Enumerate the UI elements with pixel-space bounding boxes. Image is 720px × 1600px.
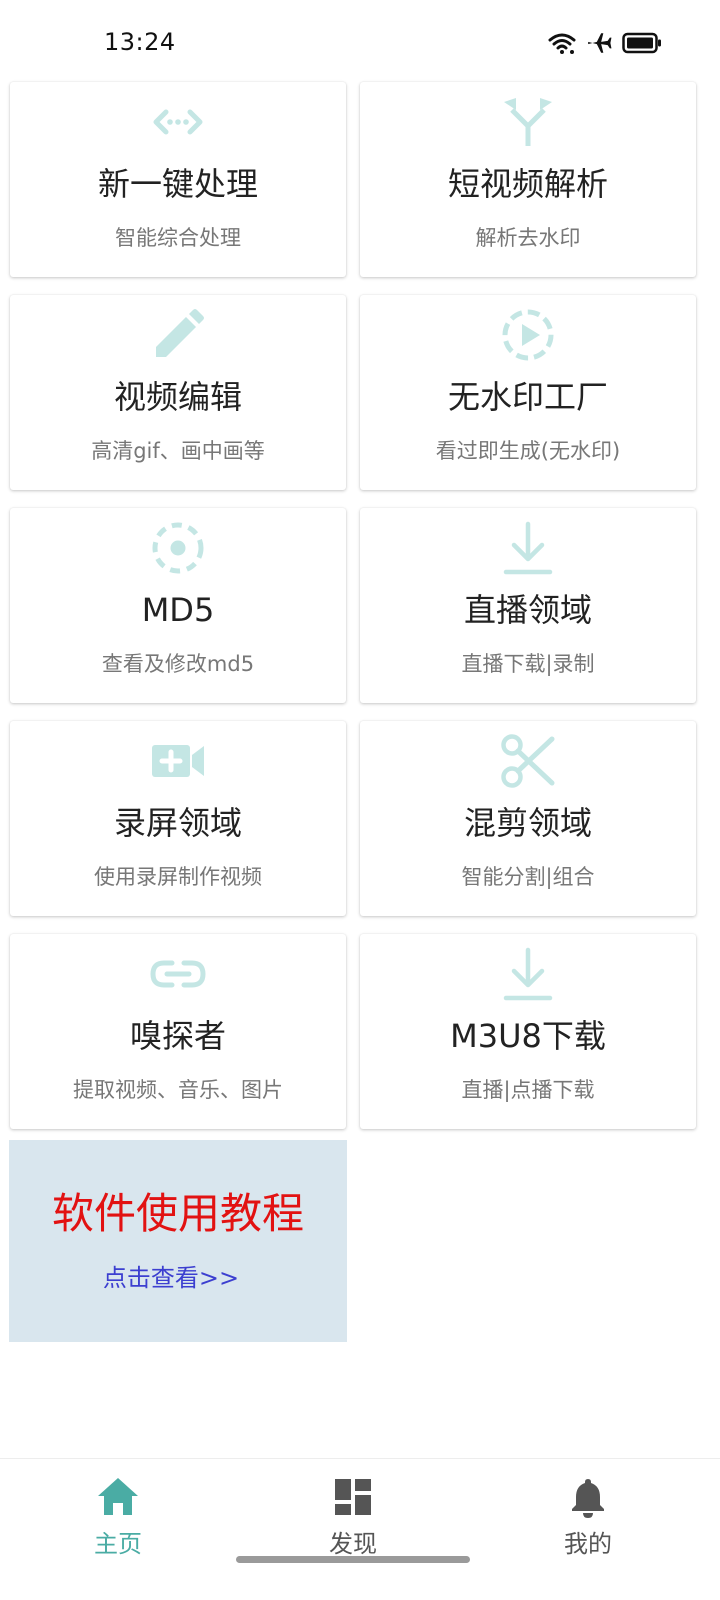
card-md5[interactable]: MD5 查看及修改md5 [10,508,346,703]
card-title: 视频编辑 [113,378,242,416]
card-subtitle: 智能综合处理 [115,226,241,250]
status-time: 13:24 [104,28,176,56]
battery-icon [622,32,662,54]
nav-label-discover: 发现 [329,1530,377,1558]
download-icon [500,946,556,1002]
nav-label-mine: 我的 [564,1530,612,1558]
card-sniffer[interactable]: 嗅探者 提取视频、音乐、图片 [10,934,346,1129]
card-m3u8-download[interactable]: M3U8下载 直播|点播下载 [360,934,696,1129]
card-title: M3U8下载 [450,1017,606,1055]
wifi-icon [548,31,576,55]
card-subtitle: 高清gif、画中画等 [91,439,265,463]
card-mix-cut[interactable]: 混剪领域 智能分割|组合 [360,721,696,916]
card-title: MD5 [141,591,215,629]
card-screen-record[interactable]: 录屏领域 使用录屏制作视频 [10,721,346,916]
card-subtitle: 智能分割|组合 [461,865,595,889]
scissors-icon [500,733,556,789]
card-title: 新一键处理 [97,165,258,203]
tutorial-banner[interactable]: 软件使用教程 点击查看>> [9,1140,347,1342]
video-add-icon [150,733,206,789]
bell-icon [566,1475,610,1519]
home-icon [96,1475,140,1519]
nav-item-home[interactable]: 主页 [48,1475,188,1575]
home-indicator[interactable] [236,1556,470,1563]
card-subtitle: 查看及修改md5 [101,652,255,676]
status-icons [548,30,662,56]
card-subtitle: 解析去水印 [475,226,581,250]
merge-arrows-icon [500,94,556,150]
download-icon [500,520,556,576]
card-subtitle: 直播下载|录制 [461,652,595,676]
card-new-one-click[interactable]: 新一键处理 智能综合处理 [10,82,346,277]
card-subtitle: 直播|点播下载 [461,1078,595,1102]
tutorial-link[interactable]: 点击查看>> [9,1262,333,1294]
nav-label-home: 主页 [94,1530,142,1558]
link-icon [150,946,206,1002]
status-bar: 13:24 [0,0,720,80]
card-live-stream[interactable]: 直播领域 直播下载|录制 [360,508,696,703]
card-subtitle: 看过即生成(无水印) [435,439,621,463]
card-title: 嗅探者 [129,1017,226,1055]
card-title: 短视频解析 [447,165,608,203]
dashed-circle-dot-icon [150,520,206,576]
nav-item-mine[interactable]: 我的 [518,1475,658,1575]
card-title: 无水印工厂 [447,378,608,416]
card-no-watermark-factory[interactable]: 无水印工厂 看过即生成(无水印) [360,295,696,490]
dashboard-icon [331,1475,375,1519]
card-short-video-parse[interactable]: 短视频解析 解析去水印 [360,82,696,277]
pencil-icon [150,307,206,363]
play-circle-dashed-icon [500,307,556,363]
card-subtitle: 提取视频、音乐、图片 [73,1078,283,1102]
code-arrows-icon [150,94,206,150]
card-title: 混剪领域 [463,804,592,842]
card-subtitle: 使用录屏制作视频 [94,865,262,889]
airplane-icon [586,30,612,56]
card-video-edit[interactable]: 视频编辑 高清gif、画中画等 [10,295,346,490]
tutorial-title: 软件使用教程 [51,1189,304,1238]
card-title: 直播领域 [463,591,592,629]
bottom-nav: 主页 发现 我的 [0,1458,720,1600]
feature-grid: 新一键处理 智能综合处理 短视频解析 解析去水印 视频编辑 高清gif、画中画等 [10,82,698,1129]
card-title: 录屏领域 [113,804,242,842]
